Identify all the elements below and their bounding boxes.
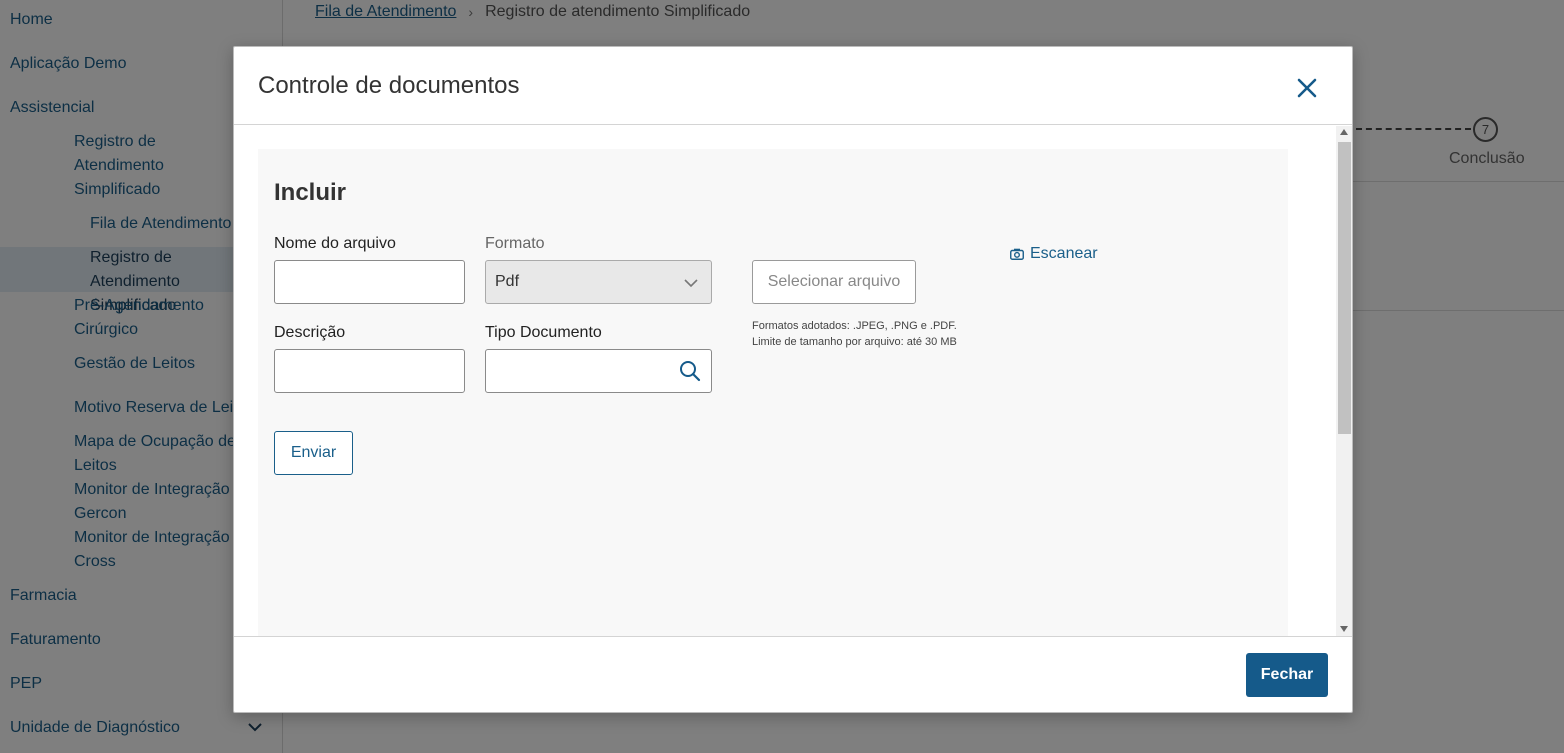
description-label: Descrição bbox=[274, 324, 346, 341]
scroll-thumb[interactable] bbox=[1338, 142, 1351, 434]
file-name-label: Nome do arquivo bbox=[274, 235, 396, 252]
doc-type-input[interactable] bbox=[485, 349, 712, 393]
chevron-down-icon bbox=[684, 279, 698, 288]
format-select-value: Pdf bbox=[495, 273, 520, 290]
hint-size: Limite de tamanho por arquivo: até 30 MB bbox=[752, 336, 957, 348]
search-icon[interactable] bbox=[679, 360, 701, 382]
close-icon[interactable] bbox=[1292, 73, 1322, 103]
format-label: Formato bbox=[485, 235, 545, 252]
select-file-button[interactable]: Selecionar arquivo bbox=[752, 260, 916, 304]
scan-link[interactable]: Escanear bbox=[1010, 245, 1098, 263]
documents-modal: Controle de documentos Incluir Nome do a… bbox=[233, 46, 1353, 713]
modal-title: Controle de documentos bbox=[258, 72, 520, 99]
send-button[interactable]: Enviar bbox=[274, 431, 353, 475]
modal-header: Controle de documentos bbox=[234, 47, 1352, 125]
panel-title: Incluir bbox=[274, 179, 347, 206]
file-name-input[interactable] bbox=[274, 260, 465, 304]
scrollbar[interactable] bbox=[1336, 126, 1352, 636]
scroll-down-arrow[interactable] bbox=[1340, 626, 1348, 632]
modal-body: Incluir Nome do arquivo Formato Pdf Sele… bbox=[234, 126, 1352, 636]
doc-type-label: Tipo Documento bbox=[485, 324, 602, 341]
modal-footer: Fechar bbox=[234, 636, 1352, 713]
scan-link-label: Escanear bbox=[1030, 245, 1098, 262]
hint-formats: Formatos adotados: .JPEG, .PNG e .PDF. bbox=[752, 320, 957, 332]
camera-icon bbox=[1010, 248, 1024, 260]
close-button[interactable]: Fechar bbox=[1246, 653, 1328, 697]
format-select[interactable]: Pdf bbox=[485, 260, 712, 304]
description-input[interactable] bbox=[274, 349, 465, 393]
scroll-up-arrow[interactable] bbox=[1340, 129, 1348, 135]
include-panel: Incluir Nome do arquivo Formato Pdf Sele… bbox=[258, 149, 1288, 636]
